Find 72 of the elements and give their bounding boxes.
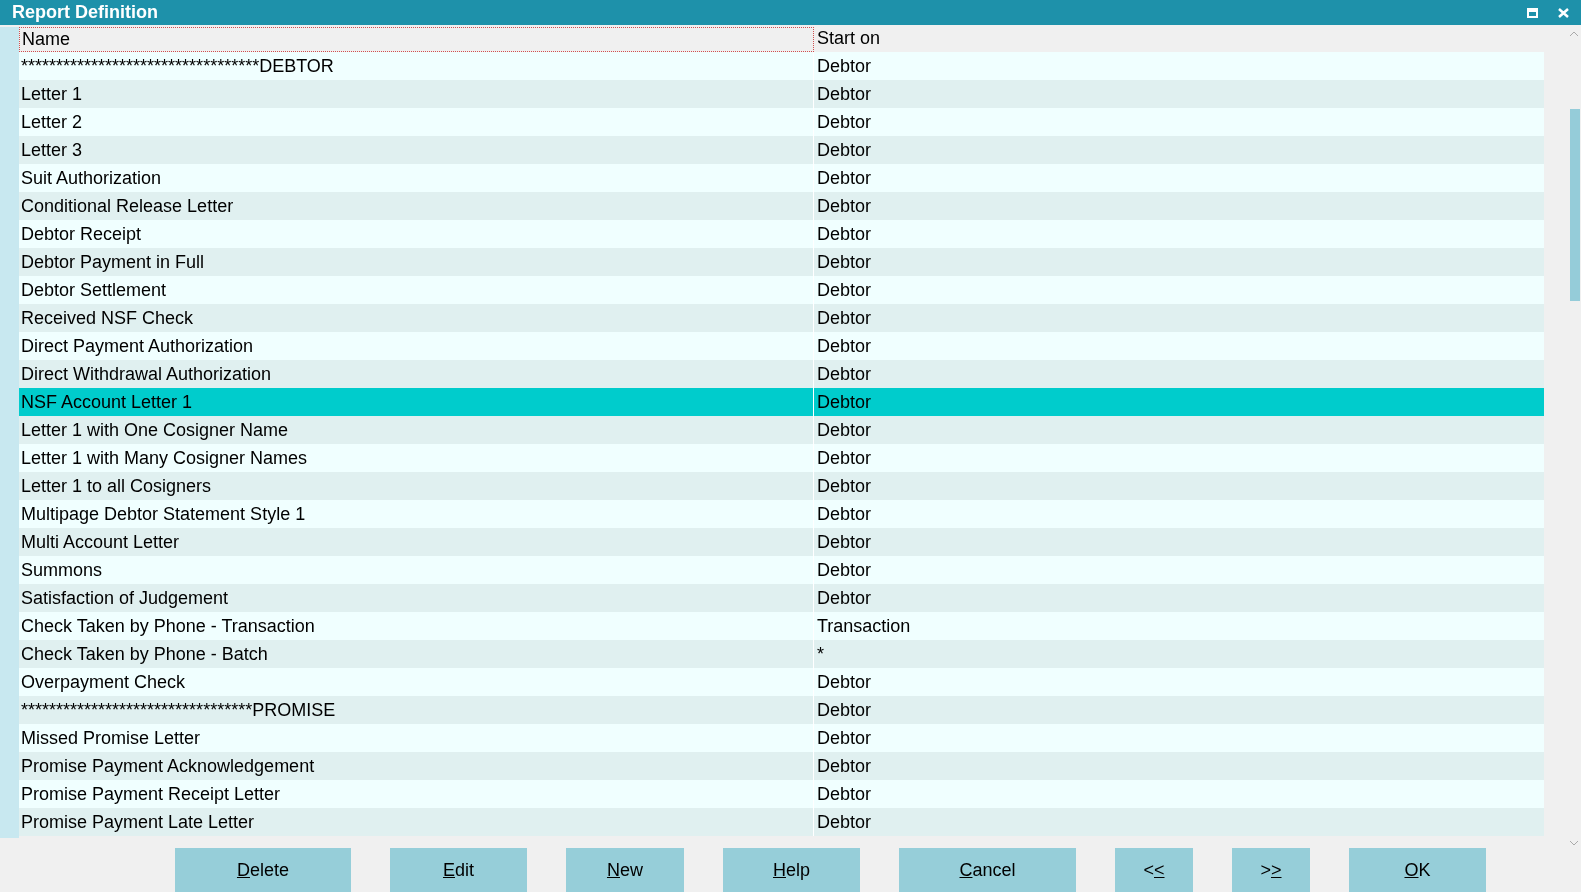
table-row[interactable]: Check Taken by Phone - Transaction Transaction: [19, 612, 1544, 640]
table-cell-text: Debtor: [816, 391, 873, 414]
table-cell-text: Debtor: [816, 167, 873, 190]
table-cell-text: Debtor: [816, 55, 873, 78]
scroll-down-icon[interactable]: [1569, 840, 1579, 846]
maximize-icon: [1527, 7, 1538, 18]
window-title: Report Definition: [12, 2, 158, 23]
table-row[interactable]: Missed Promise Letter Debtor: [19, 724, 1544, 752]
table-cell-text: Debtor: [816, 335, 873, 358]
table-cell-text: Debtor: [816, 363, 873, 386]
table-row[interactable]: Debtor Receipt Debtor: [19, 220, 1544, 248]
table-cell-text: Debtor: [816, 755, 873, 778]
table-row[interactable]: NSF Account Letter 1 Debtor: [19, 388, 1544, 416]
column-header[interactable]: Start on: [814, 27, 1544, 52]
table-row[interactable]: Summons Debtor: [19, 556, 1544, 584]
table-row[interactable]: Letter 1 Debtor: [19, 80, 1544, 108]
table-row[interactable]: *********************************PROMISE Debtor: [19, 696, 1544, 724]
table-row[interactable]: Promise Payment Late Letter Debtor: [19, 808, 1544, 836]
table-cell-text: Transaction: [816, 615, 912, 638]
table-cell-text: Debtor: [816, 419, 873, 442]
table-row[interactable]: Letter 1 to all Cosigners Debtor: [19, 472, 1544, 500]
table-cell-text: Debtor: [816, 475, 873, 498]
table-cell-text: Debtor: [816, 447, 873, 470]
table-cell-text: Debtor: [816, 587, 873, 610]
table-cell-text: Debtor: [816, 811, 873, 834]
table-row[interactable]: Debtor Payment in Full Debtor: [19, 248, 1544, 276]
table-row[interactable]: Letter 1 with One Cosigner Name Debtor: [19, 416, 1544, 444]
table-row[interactable]: Suit Authorization Debtor: [19, 164, 1544, 192]
scroll-thumb[interactable]: [1570, 109, 1580, 301]
table-row[interactable]: Promise Payment Acknowledgement Debtor: [19, 752, 1544, 780]
table-row[interactable]: Satisfaction of Judgement Debtor: [19, 584, 1544, 612]
table-row[interactable]: Direct Withdrawal Authorization Debtor: [19, 360, 1544, 388]
dialog-button[interactable]: Edit: [390, 848, 527, 892]
table-row[interactable]: Check Taken by Phone - Batch *: [19, 640, 1544, 668]
table-row[interactable]: Conditional Release Letter Debtor: [19, 192, 1544, 220]
table-cell-text: Debtor: [816, 531, 873, 554]
table-cell-text: Debtor: [816, 671, 873, 694]
table-cell-text: Debtor: [816, 559, 873, 582]
table-row[interactable]: Letter 2 Debtor: [19, 108, 1544, 136]
table-cell-text: Debtor: [816, 307, 873, 330]
table-row[interactable]: Overpayment Check Debtor: [19, 668, 1544, 696]
table-cell-text: *: [816, 643, 825, 666]
dialog-button[interactable]: <<: [1115, 848, 1193, 892]
table-row[interactable]: Direct Payment Authorization Debtor: [19, 332, 1544, 360]
dialog-button[interactable]: Cancel: [899, 848, 1076, 892]
table-row[interactable]: Letter 1 with Many Cosigner Names Debtor: [19, 444, 1544, 472]
scroll-up-icon[interactable]: [1569, 31, 1579, 37]
table-cell-text: Debtor: [816, 223, 873, 246]
table-cell-text: Debtor: [816, 251, 873, 274]
table-cell-text: Debtor: [816, 503, 873, 526]
dialog-button[interactable]: Help: [723, 848, 860, 892]
table-cell-text: Debtor: [816, 111, 873, 134]
table-row[interactable]: Letter 3 Debtor: [19, 136, 1544, 164]
table-cell-text: Debtor: [816, 699, 873, 722]
table-row[interactable]: Received NSF Check Debtor: [19, 304, 1544, 332]
dialog-button[interactable]: New: [566, 848, 684, 892]
table-cell-text: Debtor: [816, 195, 873, 218]
dialog-button[interactable]: >>: [1232, 848, 1310, 892]
table-cell-text: Debtor: [816, 279, 873, 302]
table-cell-text: Debtor: [816, 727, 873, 750]
table-row[interactable]: **********************************DEBTOR Debtor: [19, 52, 1544, 80]
table-row[interactable]: Multi Account Letter Debtor: [19, 528, 1544, 556]
table-cell-text: Debtor: [816, 139, 873, 162]
table-cell-text: Debtor: [816, 83, 873, 106]
table-row[interactable]: Debtor Settlement Debtor: [19, 276, 1544, 304]
table-cell: Promise Payment Late Letter: [19, 808, 814, 836]
table-row[interactable]: Promise Payment Receipt Letter Debtor: [19, 780, 1544, 808]
table-cell-text: Debtor: [816, 783, 873, 806]
dialog-button[interactable]: Delete: [175, 848, 351, 892]
close-icon: [1558, 7, 1569, 18]
table-row[interactable]: Multipage Debtor Statement Style 1 Debtor: [19, 500, 1544, 528]
dialog-button[interactable]: OK: [1349, 848, 1486, 892]
